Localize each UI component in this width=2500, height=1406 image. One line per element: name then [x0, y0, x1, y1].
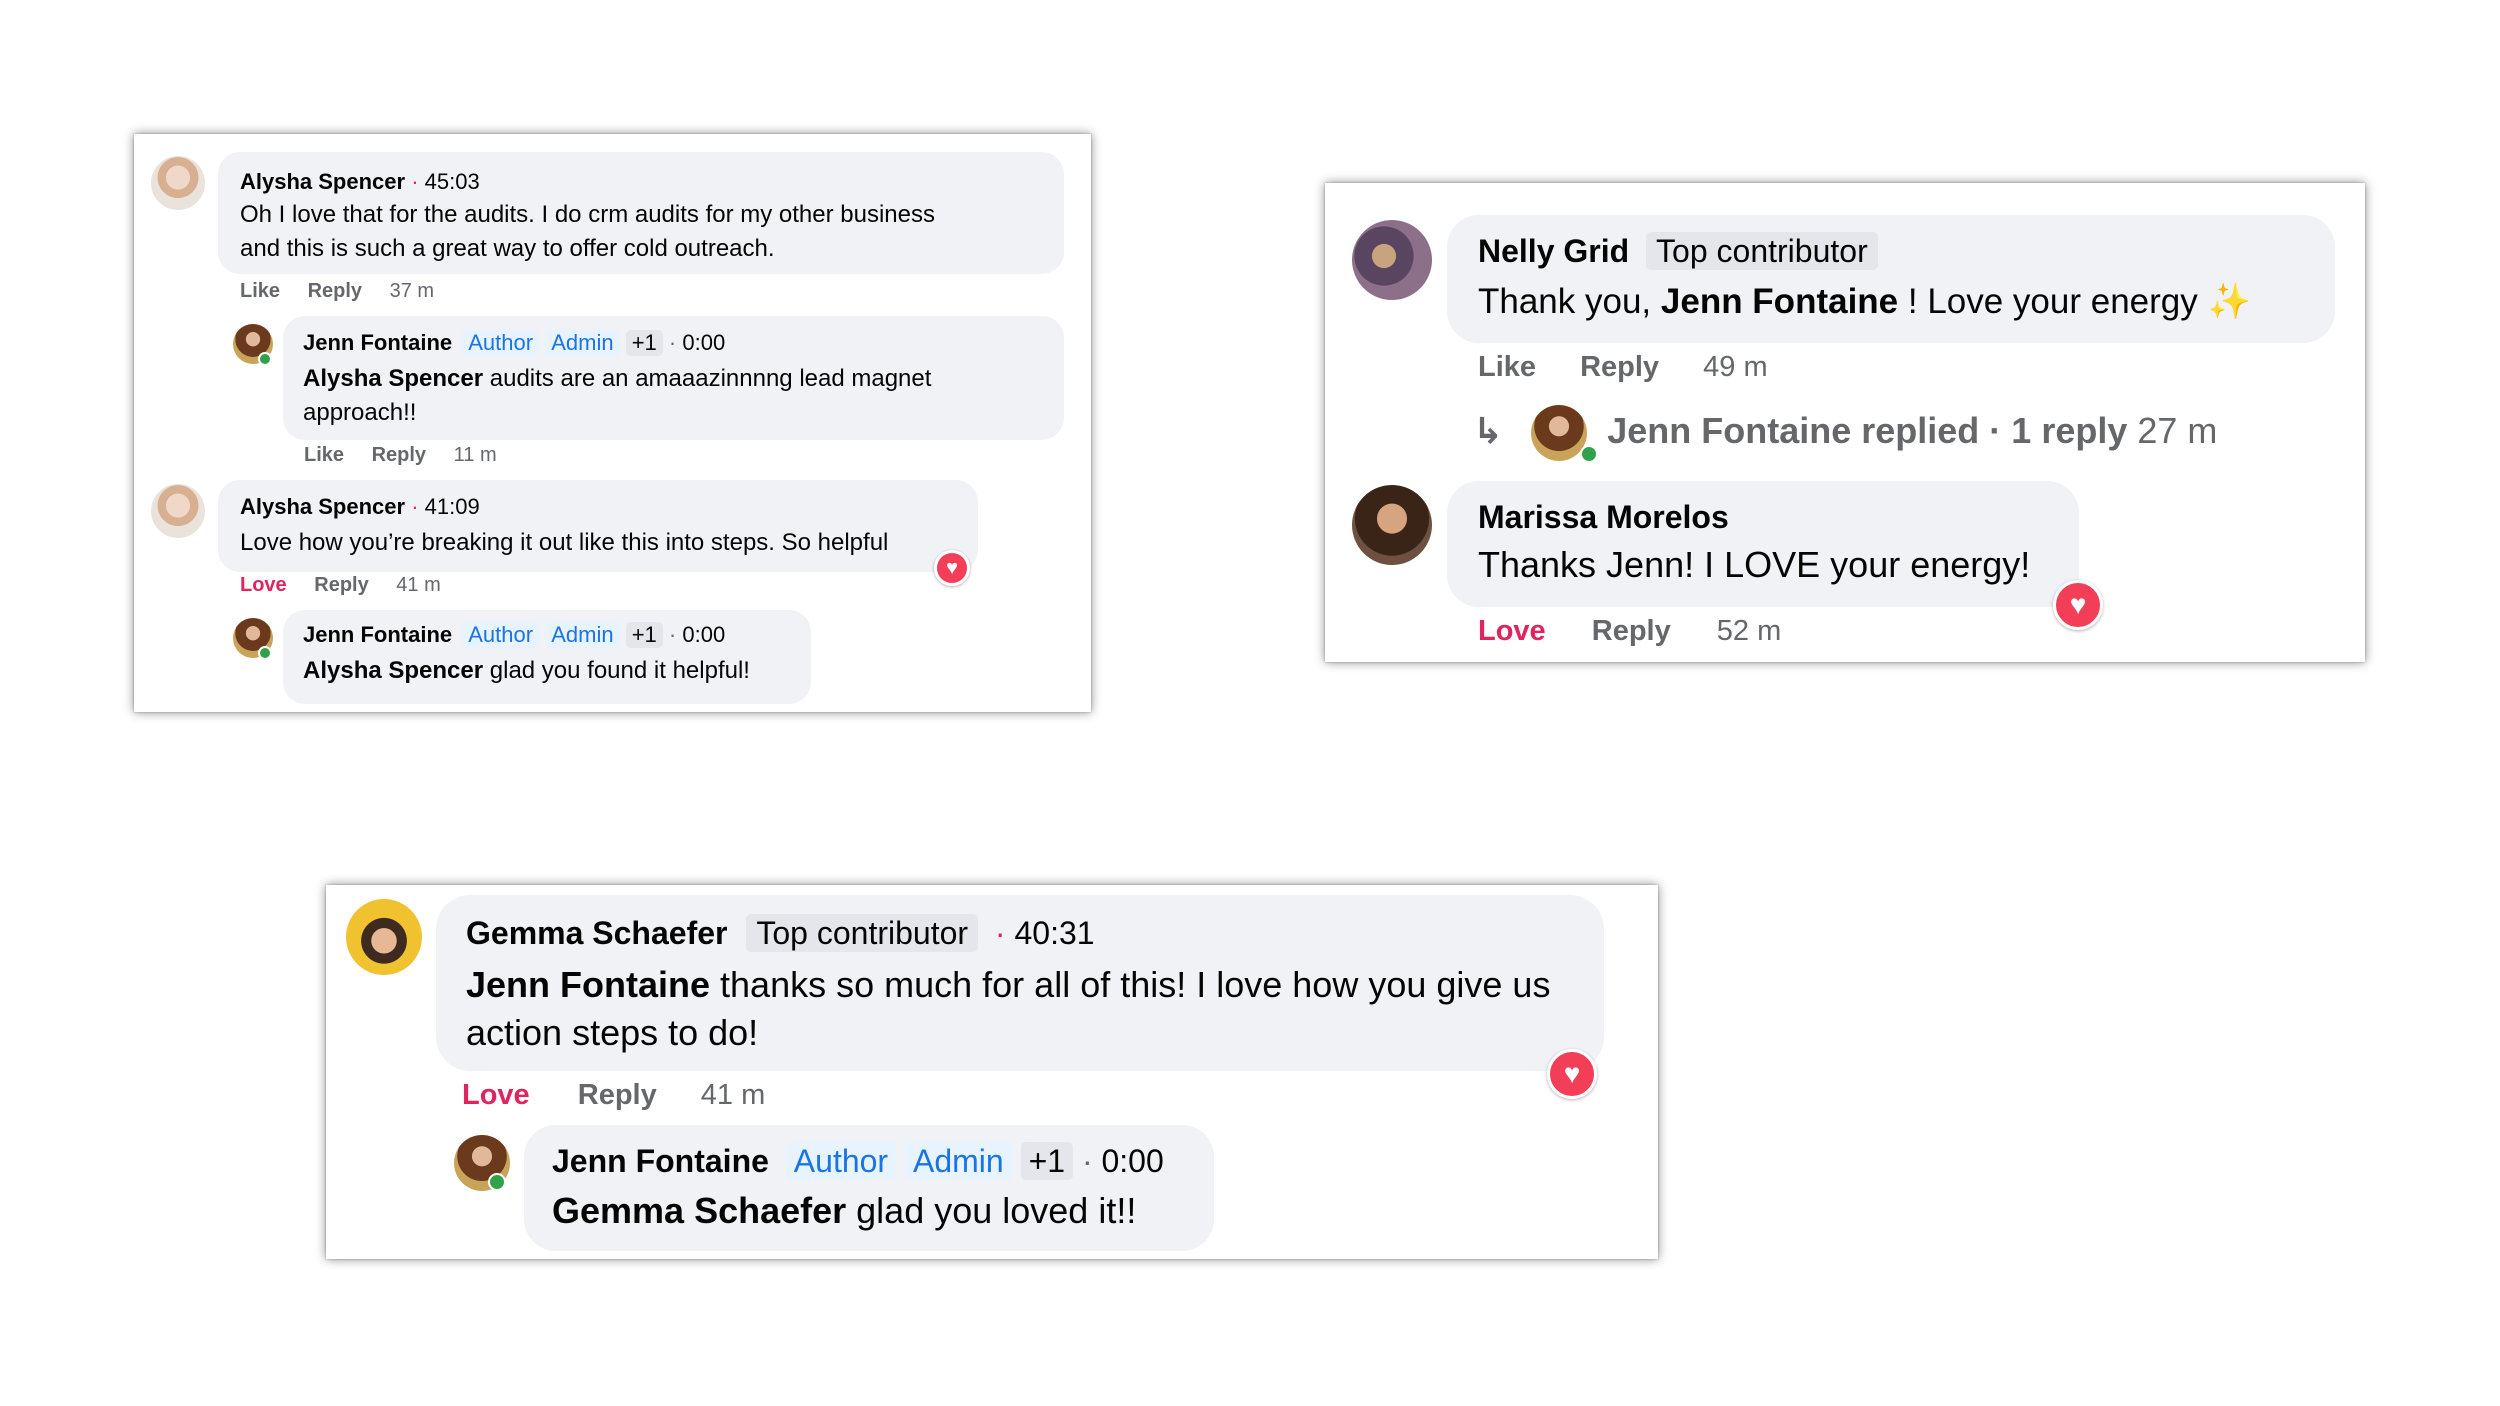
comment-text: Jenn Fontaine thanks so much for all of …	[466, 964, 1551, 1053]
reply-button[interactable]: Reply	[372, 444, 426, 467]
avatar[interactable]	[346, 899, 422, 975]
more-badges[interactable]: +1	[625, 330, 663, 357]
avatar[interactable]	[1531, 405, 1588, 461]
comment-actions: Like Reply 37 m	[240, 280, 434, 303]
comment-text: Thank you, Jenn Fontaine ! Love your ene…	[1478, 282, 2252, 321]
comment-age[interactable]: 37 m	[390, 280, 434, 303]
comment-text: Alysha Spencer audits are an amaaazinnnn…	[303, 365, 932, 426]
mention-link[interactable]: Jenn Fontaine	[466, 964, 710, 1005]
comment-thread-screenshot-1: Alysha Spencer · 45:03 Oh I love that fo…	[134, 134, 1091, 712]
mention-link[interactable]: Alysha Spencer	[303, 657, 483, 684]
avatar[interactable]	[151, 156, 205, 210]
reply-count[interactable]: 1 reply	[2011, 406, 2127, 456]
comment-bubble: Jenn Fontaine Author Admin +1 · 0:00 Gem…	[524, 1125, 1214, 1251]
love-reaction-icon[interactable]: ♥	[934, 550, 970, 586]
reply-button[interactable]: Reply	[308, 280, 362, 303]
comment-timestamp[interactable]: 0:00	[682, 622, 725, 647]
comment-author[interactable]: Marissa Morelos	[1478, 495, 1729, 539]
more-badges[interactable]: +1	[1020, 1142, 1074, 1181]
reply-age[interactable]: 27 m	[2137, 406, 2217, 456]
reply-button[interactable]: Reply	[578, 1075, 657, 1115]
comment-author[interactable]: Jenn Fontaine	[303, 622, 452, 647]
comment-thread-screenshot-3: Gemma Schaefer Top contributor · 40:31 J…	[326, 885, 1658, 1259]
like-button[interactable]: Like	[240, 280, 280, 303]
top-contributor-badge[interactable]: Top contributor	[746, 914, 979, 953]
admin-badge[interactable]: Admin	[545, 622, 620, 649]
comment-actions: Like Reply 11 m	[304, 444, 497, 467]
comment-author[interactable]: Alysha Spencer	[240, 494, 405, 519]
love-button[interactable]: Love	[240, 574, 287, 597]
comment-author[interactable]: Gemma Schaefer	[466, 915, 727, 951]
separator-dot: ·	[411, 494, 419, 519]
comment-bubble: Alysha Spencer · 41:09 Love how you’re b…	[218, 480, 978, 572]
like-button[interactable]: Like	[304, 444, 344, 467]
comment-text: Alysha Spencer glad you found it helpful…	[303, 657, 750, 684]
online-status-indicator	[488, 1173, 506, 1191]
replied-by[interactable]: Jenn Fontaine replied	[1607, 406, 1979, 456]
online-status-indicator	[258, 646, 272, 660]
comment-bubble: Alysha Spencer · 45:03 Oh I love that fo…	[218, 152, 1064, 274]
reply-button[interactable]: Reply	[1592, 615, 1671, 648]
reply-arrow-icon: ↳	[1473, 409, 1504, 451]
comment-actions: Love Reply 41 m	[240, 574, 441, 597]
comment-timestamp[interactable]: 0:00	[1101, 1143, 1163, 1179]
comment-bubble: Jenn Fontaine Author Admin +1 · 0:00 Aly…	[283, 610, 811, 704]
comment-age[interactable]: 41 m	[701, 1075, 765, 1115]
comment-author[interactable]: Nelly Grid	[1478, 233, 1629, 269]
separator-dot: ·	[994, 915, 1006, 951]
separator-dot: ·	[668, 622, 677, 647]
comment-text: Love how you’re breaking it out like thi…	[240, 529, 889, 556]
mention-link[interactable]: Gemma Schaefer	[552, 1190, 846, 1231]
avatar[interactable]	[1352, 485, 1432, 565]
comment-bubble: Gemma Schaefer Top contributor · 40:31 J…	[436, 895, 1604, 1071]
mention-link[interactable]: Alysha Spencer	[303, 365, 483, 392]
top-contributor-badge[interactable]: Top contributor	[1646, 232, 1878, 271]
love-button[interactable]: Love	[1478, 615, 1546, 648]
comment-bubble: Nelly Grid Top contributor Thank you, Je…	[1447, 215, 2335, 343]
admin-badge[interactable]: Admin	[904, 1142, 1012, 1181]
author-badge[interactable]: Author	[785, 1142, 897, 1181]
reply-button[interactable]: Reply	[1580, 351, 1659, 384]
comment-text: Gemma Schaefer glad you loved it!!	[552, 1190, 1137, 1231]
love-button[interactable]: Love	[462, 1075, 530, 1115]
author-badge[interactable]: Author	[462, 330, 540, 357]
comment-bubble: Marissa Morelos Thanks Jenn! I LOVE your…	[1447, 481, 2079, 607]
comment-author[interactable]: Jenn Fontaine	[552, 1143, 769, 1179]
comment-timestamp[interactable]: 41:09	[425, 494, 480, 519]
comment-age[interactable]: 52 m	[1717, 615, 1781, 648]
love-reaction-icon[interactable]: ♥	[2053, 580, 2103, 630]
author-badge[interactable]: Author	[462, 622, 540, 649]
online-status-indicator	[258, 352, 272, 366]
comment-timestamp[interactable]: 0:00	[682, 330, 725, 355]
separator-dot: ·	[668, 330, 677, 355]
comment-thread-screenshot-2: Nelly Grid Top contributor Thank you, Je…	[1325, 183, 2365, 662]
like-button[interactable]: Like	[1478, 351, 1536, 384]
comment-age[interactable]: 11 m	[454, 444, 497, 467]
comment-actions: Like Reply 49 m	[1478, 351, 1768, 384]
comment-author[interactable]: Alysha Spencer	[240, 169, 405, 194]
avatar[interactable]	[151, 484, 205, 538]
comment-text: Thanks Jenn! I LOVE your energy!	[1478, 544, 2031, 585]
avatar[interactable]	[1352, 220, 1432, 300]
comment-age[interactable]: 49 m	[1703, 351, 1767, 384]
comment-actions: Love Reply 41 m	[462, 1075, 765, 1115]
love-reaction-icon[interactable]: ♥	[1547, 1049, 1597, 1099]
comment-timestamp[interactable]: 45:03	[425, 169, 480, 194]
comment-timestamp[interactable]: 40:31	[1014, 915, 1094, 951]
comment-actions: Love Reply 52 m	[1478, 615, 1781, 648]
mention-link[interactable]: Jenn Fontaine	[1661, 282, 1898, 321]
separator-dot: ·	[411, 169, 419, 194]
comment-age[interactable]: 41 m	[396, 574, 440, 597]
comment-bubble: Jenn Fontaine Author Admin +1 · 0:00 Aly…	[283, 316, 1064, 440]
separator-dot: ·	[1081, 1143, 1093, 1179]
admin-badge[interactable]: Admin	[545, 330, 620, 357]
online-status-indicator	[1580, 445, 1598, 463]
comment-author[interactable]: Jenn Fontaine	[303, 330, 452, 355]
reply-button[interactable]: Reply	[314, 574, 368, 597]
comment-text: Oh I love that for the audits. I do crm …	[240, 201, 935, 262]
more-badges[interactable]: +1	[625, 622, 663, 649]
